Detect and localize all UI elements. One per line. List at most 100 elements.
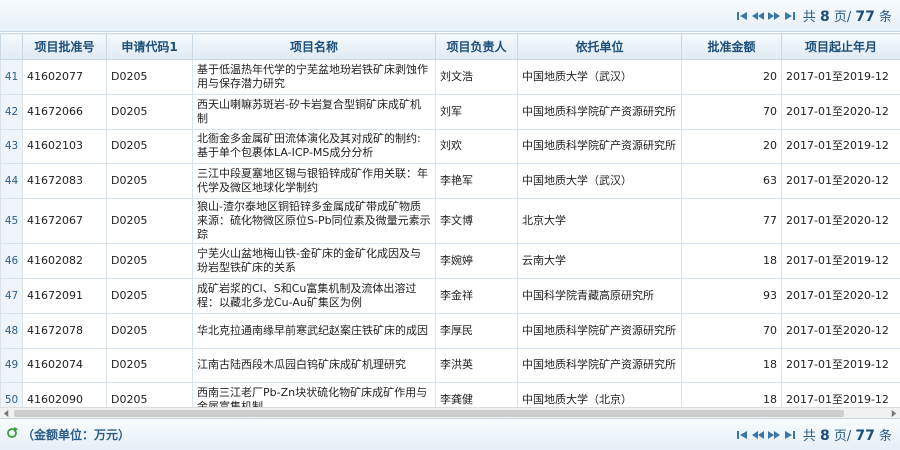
- cell-org: 北京大学: [517, 198, 682, 245]
- table-row[interactable]: 42 41672066 D0205 西天山喇嘛苏斑岩-矽卡岩复合型铜矿床成矿机制…: [0, 93, 900, 130]
- col-header-pi[interactable]: 项目负责人: [435, 33, 518, 60]
- col-header-code[interactable]: 申请代码1: [106, 33, 193, 60]
- col-header-amount[interactable]: 批准金额: [681, 33, 782, 60]
- horizontal-scrollbar[interactable]: [0, 407, 900, 418]
- cell-id: 41672083: [22, 163, 107, 200]
- cell-org: 中国地质科学院矿产资源研究所: [517, 128, 682, 165]
- table-row[interactable]: 41 41602077 D0205 基于低温热年代学的宁芜盆地玢岩铁矿床剥蚀作用…: [0, 59, 900, 95]
- table-row[interactable]: 45 41672067 D0205 狼山-渣尔泰地区铜铅锌多金属成矿带成矿物质来…: [0, 198, 900, 245]
- cell-pi: 李厚民: [435, 312, 518, 349]
- cell-code: D0205: [106, 277, 193, 314]
- cell-code: D0205: [106, 243, 193, 279]
- next-page-icon[interactable]: [767, 9, 781, 23]
- cell-code: D0205: [106, 347, 193, 384]
- row-number: 49: [0, 347, 23, 384]
- cell-org: 中国地质科学院矿产资源研究所: [517, 93, 682, 130]
- refresh-icon[interactable]: [6, 427, 18, 442]
- cell-amount: 18: [681, 243, 782, 279]
- cell-name: 成矿岩浆的Cl、S和Cu富集机制及流体出溶过程：以藏北多龙Cu-Au矿集区为例: [192, 277, 436, 314]
- cell-org: 中国地质大学（武汉）: [517, 59, 682, 95]
- row-number: 44: [0, 163, 23, 200]
- col-header-id[interactable]: 项目批准号: [22, 33, 107, 60]
- row-number: 50: [0, 382, 23, 407]
- unit-note: （金额单位：万元）: [6, 426, 130, 443]
- unit-note-text: （金额单位：万元）: [22, 428, 131, 442]
- rownum-header: [0, 33, 23, 60]
- cell-id: 41602103: [22, 128, 107, 165]
- first-page-icon[interactable]: [735, 9, 749, 23]
- page-summary: 共 8 页/ 77 条: [802, 428, 892, 444]
- cell-period: 2017-01至2019-12: [781, 347, 900, 384]
- cell-pi: 李艳军: [435, 163, 518, 200]
- table-row[interactable]: 47 41672091 D0205 成矿岩浆的Cl、S和Cu富集机制及流体出溶过…: [0, 277, 900, 314]
- table-row[interactable]: 44 41672083 D0205 三江中段夏塞地区锡与银铅锌成矿作用关联：年代…: [0, 163, 900, 200]
- scrollbar-thumb[interactable]: [14, 410, 844, 417]
- scroll-left-icon[interactable]: [2, 409, 11, 418]
- cell-name: 华北克拉通南缘早前寒武纪赵案庄铁矿床的成因: [192, 312, 436, 349]
- cell-name: 北衙金多金属矿田流体演化及其对成矿的制约:基于单个包裹体LA-ICP-MS成分分…: [192, 128, 436, 165]
- cell-amount: 20: [681, 59, 782, 95]
- results-table: 项目批准号 申请代码1 项目名称 项目负责人 依托单位 批准金额 项目起止年月 …: [0, 33, 900, 407]
- row-number: 47: [0, 277, 23, 314]
- row-number: 48: [0, 312, 23, 349]
- row-number: 43: [0, 128, 23, 165]
- table-row[interactable]: 43 41602103 D0205 北衙金多金属矿田流体演化及其对成矿的制约:基…: [0, 128, 900, 165]
- prev-page-icon[interactable]: [751, 9, 765, 23]
- pager-controls: 共 8 页/ 77 条: [735, 6, 892, 25]
- bottom-pager: （金额单位：万元） 共 8 页/ 77 条: [0, 418, 900, 450]
- col-header-name[interactable]: 项目名称: [192, 33, 436, 60]
- cell-pi: 刘文浩: [435, 59, 518, 95]
- cell-name: 三江中段夏塞地区锡与银铅锌成矿作用关联：年代学及微区地球化学制约: [192, 163, 436, 200]
- table-row[interactable]: 49 41602074 D0205 江南古陆西段木瓜园白钨矿床成矿机理研究 李洪…: [0, 347, 900, 384]
- scroll-right-icon[interactable]: [889, 409, 898, 418]
- top-pager: 共 8 页/ 77 条: [0, 0, 900, 32]
- prev-page-icon[interactable]: [751, 428, 765, 442]
- cell-name: 狼山-渣尔泰地区铜铅锌多金属成矿带成矿物质来源：硫化物微区原位S-Pb同位素及微…: [192, 198, 436, 245]
- cell-org: 中国科学院青藏高原研究所: [517, 277, 682, 314]
- cell-amount: 18: [681, 347, 782, 384]
- table-row[interactable]: 48 41672078 D0205 华北克拉通南缘早前寒武纪赵案庄铁矿床的成因 …: [0, 312, 900, 349]
- cell-id: 41602082: [22, 243, 107, 279]
- first-page-icon[interactable]: [735, 428, 749, 442]
- cell-pi: 李金祥: [435, 277, 518, 314]
- table-row[interactable]: 46 41602082 D0205 宁芜火山盆地梅山铁-金矿床的金矿化成因及与玢…: [0, 243, 900, 279]
- cell-code: D0205: [106, 93, 193, 130]
- cell-amount: 93: [681, 277, 782, 314]
- cell-id: 41672066: [22, 93, 107, 130]
- col-header-period[interactable]: 项目起止年月: [781, 33, 900, 60]
- cell-code: D0205: [106, 59, 193, 95]
- cell-code: D0205: [106, 312, 193, 349]
- col-header-org[interactable]: 依托单位: [517, 33, 682, 60]
- cell-period: 2017-01至2020-12: [781, 93, 900, 130]
- results-grid: 项目批准号 申请代码1 项目名称 项目负责人 依托单位 批准金额 项目起止年月 …: [0, 33, 900, 407]
- cell-pi: 李洪英: [435, 347, 518, 384]
- last-page-icon[interactable]: [783, 9, 797, 23]
- row-number: 41: [0, 59, 23, 95]
- row-number: 42: [0, 93, 23, 130]
- cell-period: 2017-01至2020-12: [781, 277, 900, 314]
- cell-pi: 刘欢: [435, 128, 518, 165]
- cell-org: 云南大学: [517, 243, 682, 279]
- last-page-icon[interactable]: [783, 428, 797, 442]
- table-row[interactable]: 50 41602090 D0205 西南三江老厂Pb-Zn块状硫化物矿床成矿作用…: [0, 382, 900, 407]
- cell-org: 中国地质科学院矿产资源研究所: [517, 347, 682, 384]
- cell-amount: 63: [681, 163, 782, 200]
- cell-period: 2017-01至2019-12: [781, 128, 900, 165]
- cell-id: 41602077: [22, 59, 107, 95]
- cell-amount: 77: [681, 198, 782, 245]
- cell-id: 41672091: [22, 277, 107, 314]
- next-page-icon[interactable]: [767, 428, 781, 442]
- cell-org: 中国地质大学（北京）: [517, 382, 682, 407]
- cell-name: 江南古陆西段木瓜园白钨矿床成矿机理研究: [192, 347, 436, 384]
- row-number: 46: [0, 243, 23, 279]
- cell-amount: 20: [681, 128, 782, 165]
- cell-period: 2017-01至2020-12: [781, 198, 900, 245]
- cell-pi: 李龚健: [435, 382, 518, 407]
- cell-code: D0205: [106, 198, 193, 245]
- cell-org: 中国地质科学院矿产资源研究所: [517, 312, 682, 349]
- cell-name: 西南三江老厂Pb-Zn块状硫化物矿床成矿作用与金属富集机制: [192, 382, 436, 407]
- cell-name: 西天山喇嘛苏斑岩-矽卡岩复合型铜矿床成矿机制: [192, 93, 436, 130]
- cell-code: D0205: [106, 128, 193, 165]
- page-summary: 共 8 页/ 77 条: [802, 9, 892, 25]
- cell-period: 2017-01至2019-12: [781, 59, 900, 95]
